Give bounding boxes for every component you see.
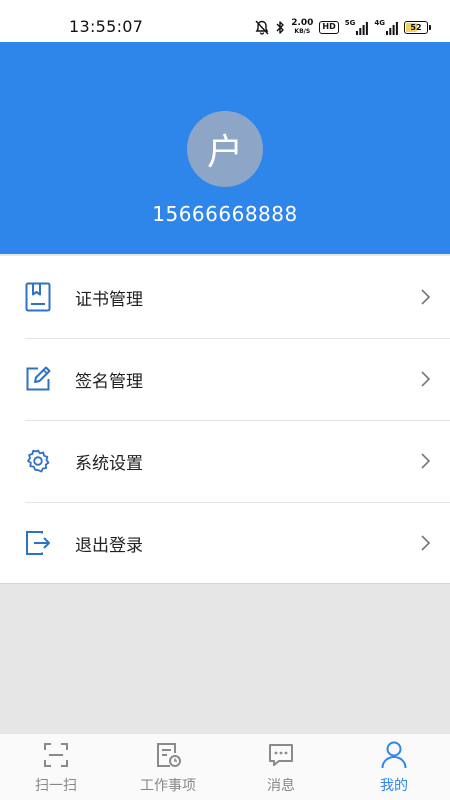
chevron-right-icon <box>418 369 432 389</box>
nav-item-mine[interactable]: 我的 <box>338 734 450 800</box>
chevron-right-icon <box>418 533 432 553</box>
nav-item-scan[interactable]: 扫一扫 <box>0 734 112 800</box>
nav-label: 消息 <box>267 778 295 794</box>
net1-label: 5G <box>344 19 356 27</box>
settings-menu: 证书管理 签名管理 系统设置 退出登录 <box>0 256 450 584</box>
signature-edit-icon <box>24 364 52 394</box>
avatar[interactable]: 户 <box>187 111 263 187</box>
menu-item-signature[interactable]: 签名管理 <box>0 338 450 420</box>
nav-label: 扫一扫 <box>35 778 77 794</box>
hd-badge: HD <box>319 20 339 34</box>
menu-item-label: 证书管理 <box>75 290 143 310</box>
battery-level: 52 <box>410 22 422 32</box>
nav-item-messages[interactable]: 消息 <box>225 734 337 800</box>
profile-header: 户 15666668888 <box>0 42 450 254</box>
scan-icon <box>41 740 71 770</box>
nav-label: 我的 <box>380 778 408 794</box>
speed-value: 2.00 <box>291 18 314 28</box>
bell-muted-icon <box>255 19 269 35</box>
menu-item-label: 系统设置 <box>75 454 143 474</box>
user-icon <box>379 740 409 770</box>
net2-label: 4G <box>374 19 385 27</box>
status-time: 13:55:07 <box>69 17 144 36</box>
chevron-right-icon <box>418 451 432 471</box>
signal-4g-icon: 4G <box>374 19 398 35</box>
menu-item-label: 签名管理 <box>75 372 143 392</box>
menu-item-certificate[interactable]: 证书管理 <box>0 256 450 338</box>
signal-5g-icon: 5G <box>345 19 369 35</box>
nav-label: 工作事项 <box>140 778 196 794</box>
message-icon <box>266 740 296 770</box>
gear-icon <box>24 446 52 476</box>
nav-item-tasks[interactable]: 工作事项 <box>112 734 224 800</box>
bluetooth-icon <box>275 19 285 35</box>
bottom-navigation: 扫一扫 工作事项 消息 我的 <box>0 733 450 800</box>
speed-unit: KB/S <box>294 28 311 35</box>
menu-item-system-settings[interactable]: 系统设置 <box>0 420 450 502</box>
logout-icon <box>24 528 52 558</box>
network-speed: 2.00 KB/S <box>291 18 314 36</box>
menu-item-label: 退出登录 <box>75 536 143 556</box>
battery-icon: 52 <box>404 20 431 34</box>
phone-number: 15666668888 <box>152 202 298 226</box>
certificate-icon <box>24 282 52 312</box>
status-icons: 2.00 KB/S HD 5G 4G 52 <box>255 18 431 36</box>
task-clock-icon <box>153 740 183 770</box>
status-bar: 13:55:07 2.00 KB/S HD 5G 4G 52 <box>0 0 450 42</box>
chevron-right-icon <box>418 287 432 307</box>
menu-item-logout[interactable]: 退出登录 <box>0 502 450 584</box>
